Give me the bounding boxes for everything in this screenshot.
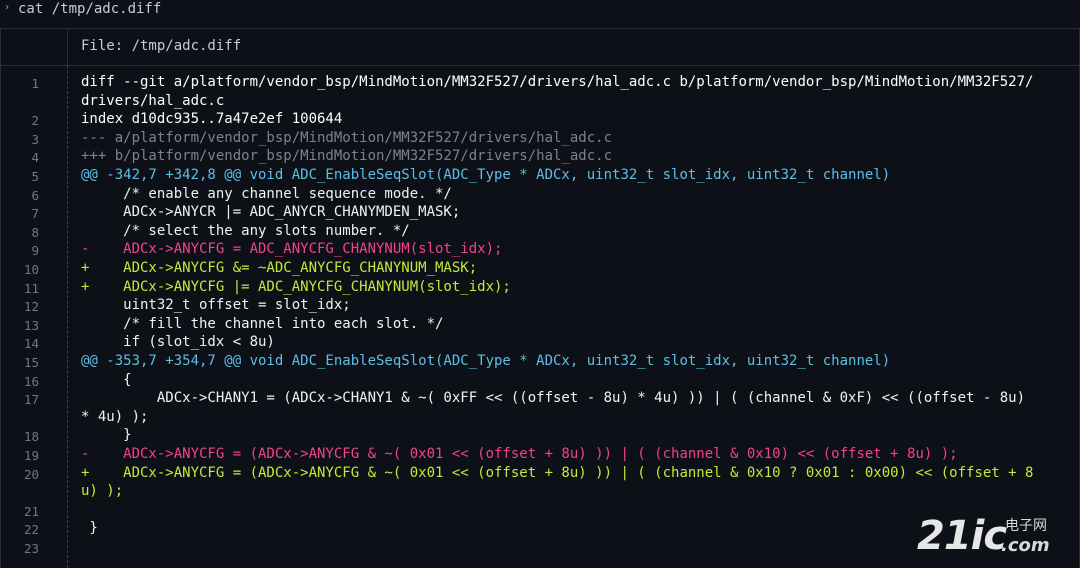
prompt-caret-icon: ›	[4, 2, 11, 13]
diff-line-add: u) );	[81, 483, 124, 500]
line-number: 13	[23, 317, 39, 333]
line-number: 23	[23, 541, 39, 556]
diff-line-hdrminus: --- a/platform/vendor_bsp/MindMotion/MM3…	[81, 129, 613, 146]
gutter-divider	[67, 66, 68, 568]
watermark-cn: 电子网	[1005, 518, 1047, 534]
line-number: 4	[31, 150, 39, 166]
line-number: 16	[23, 373, 39, 389]
diff-line-add: + ADCx->ANYCFG &= ~ADC_ANYCFG_CHANYNUM_M…	[81, 260, 478, 276]
file-header-gutter	[1, 29, 68, 65]
line-number: 12	[23, 299, 39, 315]
line-number: 2	[31, 113, 39, 129]
line-number: 3	[31, 131, 39, 147]
diff-line-del: - ADCx->ANYCFG = ADC_ANYCFG_CHANYNUM(slo…	[81, 241, 503, 258]
diff-line-ctx: }	[81, 427, 132, 444]
watermark-logo: 21ic 电子网 .com	[917, 513, 1072, 561]
line-number: 20	[23, 466, 39, 482]
line-number: 17	[23, 392, 39, 408]
diff-line-add: + ADCx->ANYCFG |= ADC_ANYCFG_CHANYNUM(sl…	[81, 278, 511, 295]
diff-line-add: + ADCx->ANYCFG = (ADCx->ANYCFG & ~( 0x01…	[81, 464, 1034, 481]
diff-line-ctx: uint32_t offset = slot_idx;	[81, 297, 351, 314]
command-bar: › cat /tmp/adc.diff	[0, 0, 1080, 22]
command-text: cat /tmp/adc.diff	[18, 1, 162, 17]
diff-line-ctx: ADCx->ANYCR |= ADC_ANYCR_CHANYMDEN_MASK;	[81, 204, 461, 221]
diff-line-hunk: @@ -353,7 +354,7 @@ void ADC_EnableSeqSl…	[81, 353, 891, 369]
line-number: 18	[23, 429, 39, 445]
line-number: 6	[31, 187, 39, 203]
line-number: 15	[23, 355, 39, 370]
diff-line-ctx: /* select the any slots number. */	[81, 222, 410, 239]
line-number: 10	[23, 262, 39, 277]
line-number: 5	[31, 169, 39, 184]
diff-line-del: - ADCx->ANYCFG = (ADCx->ANYCFG & ~( 0x01…	[81, 446, 958, 462]
diff-line-hunk: @@ -342,7 +342,8 @@ void ADC_EnableSeqSl…	[81, 167, 891, 183]
diff-line-ctx: if (slot_idx < 8u)	[81, 334, 275, 351]
file-header: File: /tmp/adc.diff	[1, 29, 1079, 66]
watermark-21ic: 21ic	[917, 513, 1007, 559]
line-number: 8	[31, 224, 39, 240]
diff-viewer: File: /tmp/adc.diff 1 diff --git a/platfo…	[0, 28, 1080, 568]
line-number: 7	[31, 206, 39, 222]
line-number: 11	[23, 280, 39, 296]
diff-line-ctx: /* enable any channel sequence mode. */	[81, 185, 452, 202]
diff-line-ctx: ADCx->CHANY1 = (ADCx->CHANY1 & ~( 0xFF <…	[81, 390, 1026, 407]
line-number: 21	[23, 503, 39, 519]
diff-line-ctx: /* fill the channel into each slot. */	[81, 315, 444, 332]
diff-line-ctx: {	[81, 371, 132, 388]
line-number: 22	[23, 522, 39, 538]
watermark-com: .com	[1001, 535, 1050, 556]
line-number: 1	[31, 76, 39, 91]
line-number: 19	[23, 448, 39, 463]
diff-line-meta: diff --git a/platform/vendor_bsp/MindMot…	[81, 74, 1034, 90]
diff-line-ctx: * 4u) );	[81, 408, 149, 425]
line-number: 14	[23, 336, 39, 352]
line-number: 9	[31, 243, 39, 259]
diff-line-meta: drivers/hal_adc.c	[81, 92, 225, 109]
diff-line-meta: index d10dc935..7a47e2ef 100644	[81, 111, 343, 128]
diff-line-hdrplus: +++ b/platform/vendor_bsp/MindMotion/MM3…	[81, 148, 613, 165]
file-title: File: /tmp/adc.diff	[81, 38, 242, 54]
